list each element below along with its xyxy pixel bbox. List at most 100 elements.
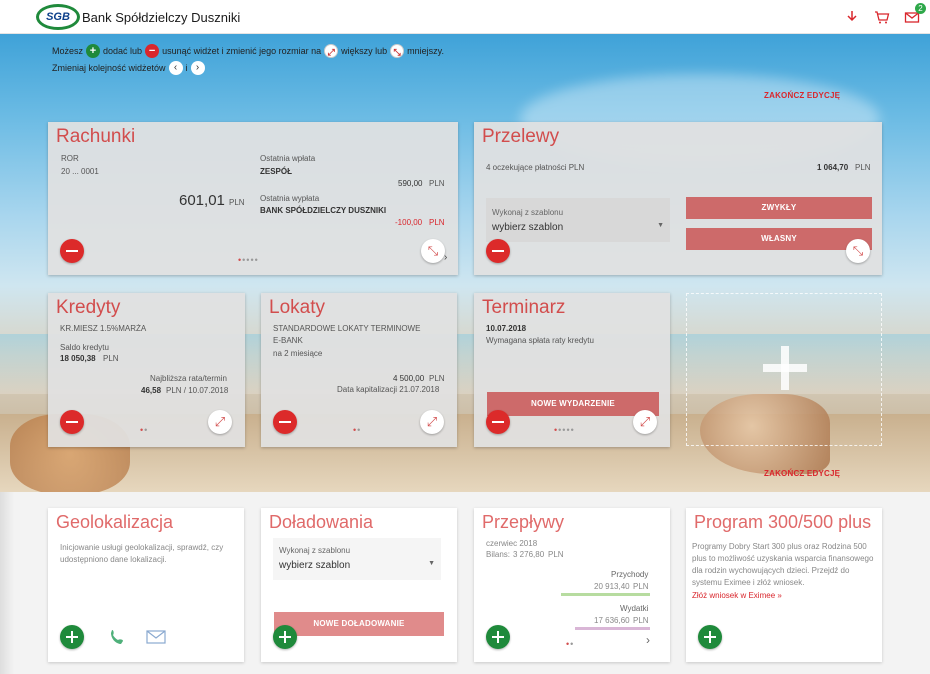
card-title: Przepływy	[482, 512, 565, 532]
widget-kredyty: Kredyty KR.MIESZ 1.5%MARŻA Saldo kredytu…	[48, 293, 245, 447]
flow-currency: PLN	[548, 550, 564, 559]
deposit-currency: PLN	[429, 374, 445, 383]
end-edit-link-top[interactable]: ZAKOŃCZ EDYCJĘ	[764, 91, 840, 100]
widget-title: Kredyty	[56, 297, 121, 318]
new-topup-button[interactable]: NOWE DOŁADOWANIE	[274, 612, 444, 636]
expense-currency: PLN	[633, 616, 649, 625]
flow-balance-label: Bilans:	[486, 550, 511, 559]
own-transfer-button[interactable]: WŁASNY	[686, 228, 872, 250]
chevron-right-icon[interactable]: ›	[646, 634, 650, 646]
widget-lokaty: Lokaty STANDARDOWE LOKATY TERMINOWE E-BA…	[261, 293, 457, 447]
add-widget-button[interactable]	[486, 625, 510, 649]
add-widget-slot[interactable]	[686, 293, 882, 446]
hint-text: mniejszy.	[407, 46, 444, 56]
carousel-dots[interactable]: ••	[566, 639, 574, 649]
loan-currency: PLN	[103, 354, 119, 363]
expense-label: Wydatki	[620, 604, 649, 613]
chevron-down-icon: ▼	[657, 222, 664, 229]
mail-icon[interactable]: 2	[904, 3, 926, 25]
hint-text: większy lub	[341, 46, 388, 56]
sgb-logo-mark: SGB	[36, 4, 80, 30]
geolocation-text: Inicjowanie usługi geolokalizacji, spraw…	[60, 543, 224, 564]
remove-widget-button[interactable]	[273, 410, 297, 434]
last-out-amount: -100,00	[395, 218, 423, 227]
edit-hint-line-2: Zmieniaj kolejność widżetów ‹ i ›	[52, 61, 205, 75]
pending-amount: 1 064,70	[817, 163, 849, 172]
template-value: wybierz szablon	[279, 560, 351, 571]
chevron-right-icon[interactable]: ›	[444, 252, 447, 263]
envelope-icon	[146, 630, 166, 649]
regular-transfer-button[interactable]: ZWYKŁY	[686, 197, 872, 219]
add-widget-button[interactable]	[273, 625, 297, 649]
program-link[interactable]: Złóż wniosek w Eximee »	[692, 590, 782, 602]
next-installment-amount: 46,58	[141, 386, 162, 395]
card-geolokalizacja: Geolokalizacja Inicjowanie usługi geolok…	[48, 508, 244, 662]
new-event-button[interactable]: NOWE WYDARZENIE	[487, 392, 659, 416]
widget-title: Lokaty	[269, 297, 325, 318]
carousel-dots[interactable]: ••	[140, 425, 148, 435]
chevron-right-icon: ›	[190, 61, 205, 75]
last-out-label: Ostatnia wypłata	[260, 194, 320, 203]
loan-balance: 18 050,38	[60, 354, 96, 363]
program-text: Programy Dobry Start 300 plus oraz Rodzi…	[692, 542, 874, 587]
shrink-widget-button[interactable]: ⤡	[846, 239, 870, 263]
chevron-left-icon: ‹	[168, 61, 183, 75]
carousel-dots[interactable]: ••	[353, 425, 361, 435]
add-widget-button[interactable]	[698, 625, 722, 649]
edit-hint-line-1: Możesz + dodać lub − usunąć widżet i zmi…	[52, 44, 444, 58]
last-in-label: Ostatnia wpłata	[260, 154, 316, 163]
expense-amount: 17 636,60	[594, 616, 630, 625]
template-label: Wykonaj z szablonu	[492, 208, 564, 217]
expand-widget-button[interactable]: ⤢	[420, 410, 444, 434]
mail-count-badge: 2	[915, 3, 926, 14]
card-program: Program 300/500 plus Programy Dobry Star…	[686, 508, 882, 662]
expense-bar	[575, 627, 650, 630]
income-currency: PLN	[633, 582, 649, 591]
end-edit-link-bottom[interactable]: ZAKOŃCZ EDYCJĘ	[764, 469, 840, 478]
add-icon: +	[86, 44, 101, 58]
phone-icon	[108, 627, 128, 652]
last-out-currency: PLN	[429, 218, 445, 227]
account-balance: 601,01	[179, 192, 225, 209]
deposit-name-2: E-BANK	[273, 336, 303, 345]
pending-payments: 4 oczekujące płatności PLN	[486, 163, 585, 172]
remove-widget-button[interactable]	[486, 239, 510, 263]
remove-widget-button[interactable]	[60, 410, 84, 434]
left-shadow	[0, 492, 14, 674]
plus-icon	[763, 346, 807, 390]
template-select[interactable]: Wykonaj z szablonu wybierz szablon ▼	[486, 198, 670, 242]
template-label: Wykonaj z szablonu	[279, 546, 351, 555]
shrink-widget-button[interactable]: ⤡	[421, 239, 445, 263]
shrink-icon: ⤡	[390, 44, 405, 58]
widget-title: Rachunki	[56, 126, 136, 147]
card-doladowania: Doładowania Wykonaj z szablonu wybierz s…	[261, 508, 457, 662]
template-select[interactable]: Wykonaj z szablonu wybierz szablon ▼	[273, 538, 441, 580]
event-description: Wymagana spłata raty kredytu	[486, 336, 594, 345]
download-icon[interactable]	[844, 9, 860, 25]
card-title: Geolokalizacja	[56, 512, 174, 532]
expand-widget-button[interactable]: ⤢	[633, 410, 657, 434]
widget-przelewy: Przelewy 4 oczekujące płatności PLN 1 06…	[474, 122, 882, 275]
balance-currency: PLN	[229, 198, 245, 207]
income-bar	[561, 593, 650, 596]
account-type: ROR	[61, 154, 79, 163]
widget-title: Przelewy	[482, 126, 560, 147]
bank-logo[interactable]: SGB Bank Spółdzielczy Duszniki	[36, 4, 240, 30]
add-widget-button[interactable]	[60, 625, 84, 649]
expand-icon: ⤢	[324, 44, 339, 58]
income-amount: 20 913,40	[594, 582, 630, 591]
cart-icon[interactable]	[874, 9, 890, 25]
expand-widget-button[interactable]: ⤢	[208, 410, 232, 434]
last-in-name: ZESPÓŁ	[260, 167, 293, 176]
remove-widget-button[interactable]	[486, 410, 510, 434]
deposit-amount: 4 500,00	[393, 374, 425, 383]
hint-text: usunąć widżet i zmienić jego rozmiar na	[162, 46, 322, 56]
carousel-dots[interactable]: •••••	[238, 255, 259, 265]
remove-widget-button[interactable]	[60, 239, 84, 263]
loan-balance-label: Saldo kredytu	[60, 343, 109, 352]
next-installment-label: Najbliższa rata/termin	[150, 374, 227, 383]
template-value: wybierz szablon	[492, 222, 564, 233]
last-in-currency: PLN	[429, 179, 445, 188]
carousel-dots[interactable]: •••••	[554, 425, 575, 435]
widget-title: Terminarz	[482, 297, 566, 318]
